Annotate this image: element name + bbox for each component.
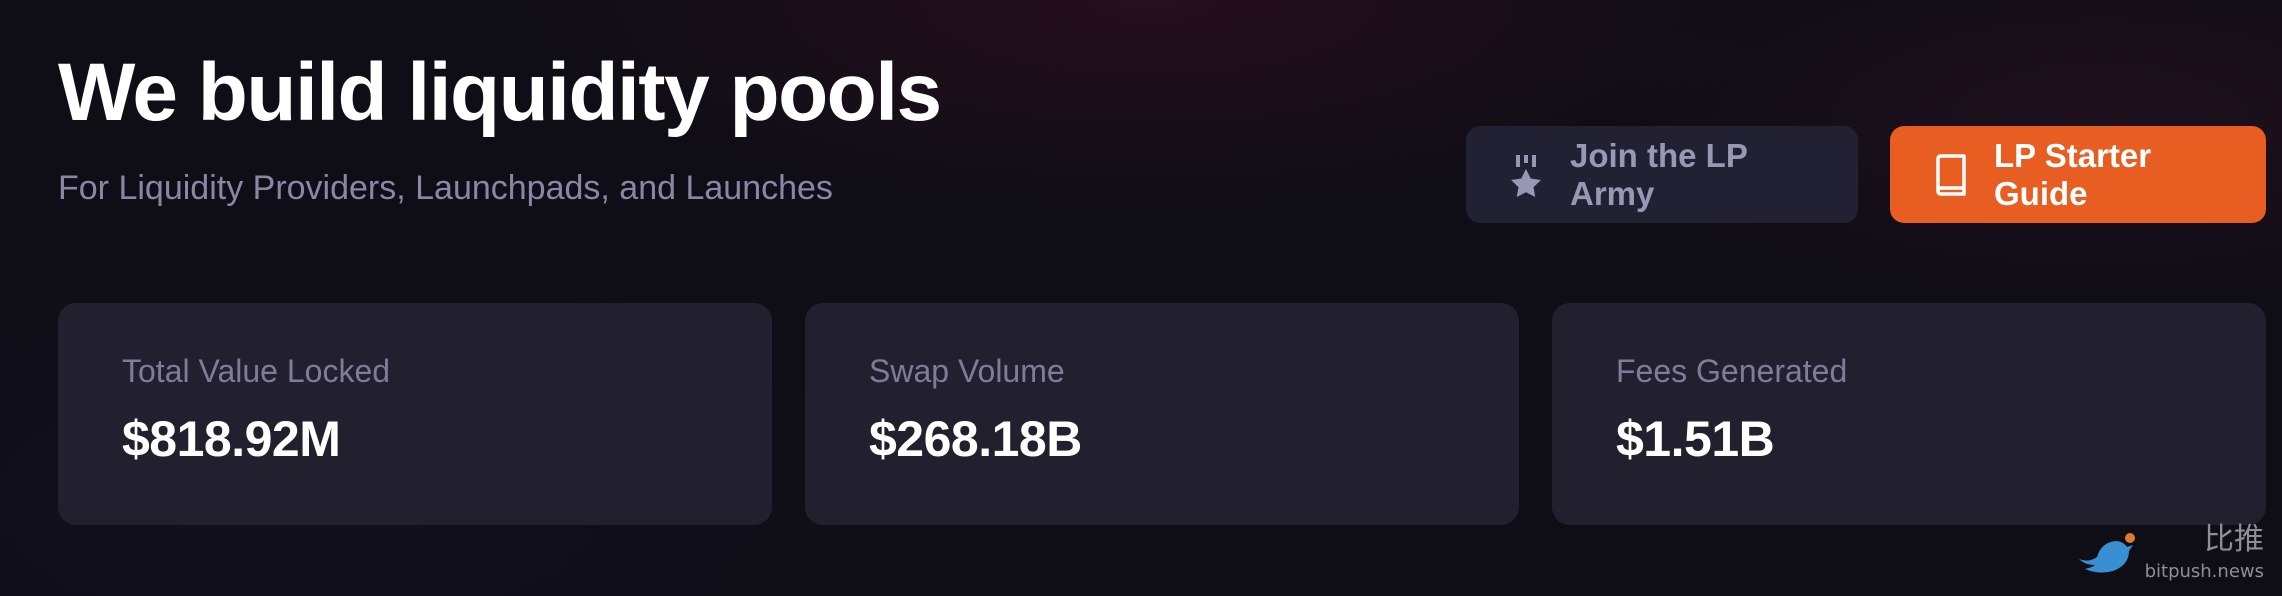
stats-row: Total Value Locked $818.92M Swap Volume … <box>58 303 2266 525</box>
lp-starter-guide-button[interactable]: LP Starter Guide <box>1890 126 2266 223</box>
join-lp-army-label: Join the LP Army <box>1570 136 1748 212</box>
stat-card-tvl: Total Value Locked $818.92M <box>58 303 772 525</box>
bird-logo-icon <box>2075 529 2139 582</box>
stat-value: $268.18B <box>869 411 1082 467</box>
join-lp-army-button[interactable]: Join the LP Army <box>1466 126 1858 223</box>
stat-card-swap-volume: Swap Volume $268.18B <box>805 303 1519 525</box>
watermark-chinese-text: 比推 <box>2204 522 2264 557</box>
medal-star-icon <box>1506 153 1546 197</box>
book-icon <box>1930 153 1970 197</box>
header-actions: Join the LP Army LP Starter Guide <box>1466 126 2266 223</box>
stat-value: $1.51B <box>1616 411 1775 467</box>
stat-label: Total Value Locked <box>122 353 391 389</box>
stat-card-fees: Fees Generated $1.51B <box>1552 303 2266 525</box>
page-subtitle: For Liquidity Providers, Launchpads, and… <box>58 169 833 208</box>
stat-value: $818.92M <box>122 411 341 467</box>
stat-label: Fees Generated <box>1616 353 1848 389</box>
hero-section: We build liquidity pools For Liquidity P… <box>58 47 942 208</box>
lp-starter-guide-label: LP Starter Guide <box>1994 136 2152 212</box>
stat-label: Swap Volume <box>869 353 1065 389</box>
watermark-domain-text: bitpush.news <box>2144 561 2264 582</box>
watermark: 比推 bitpush.news <box>2075 525 2264 582</box>
page-title: We build liquidity pools <box>58 47 942 138</box>
